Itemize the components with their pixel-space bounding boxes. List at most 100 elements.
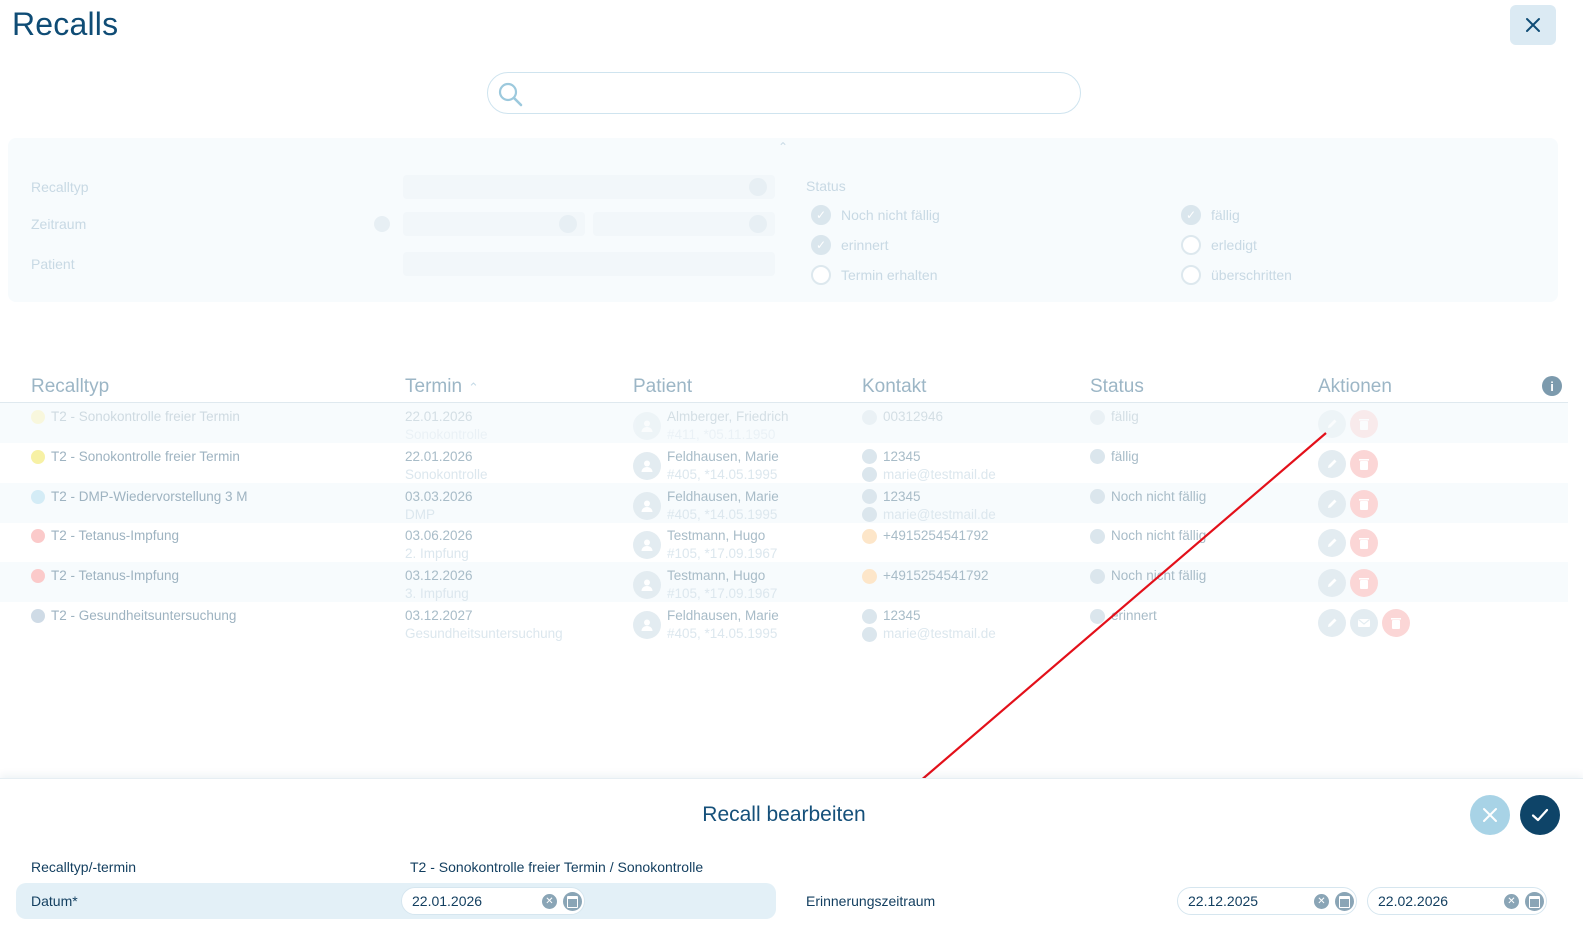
recall-type-cell: T2 - Tetanus-Impfung: [31, 527, 179, 545]
avatar: [633, 571, 661, 600]
trash-icon: [1359, 498, 1369, 510]
calendar-icon[interactable]: [1525, 892, 1544, 911]
column-kontakt[interactable]: Kontakt: [862, 376, 926, 398]
send-mail-button[interactable]: [1350, 609, 1378, 637]
recall-color-dot-icon: [31, 609, 45, 623]
status-option-termin-erhalten[interactable]: Termin erhalten: [811, 265, 938, 285]
erinnerung-to-input[interactable]: 22.02.2026 ✕: [1367, 887, 1547, 915]
search-input[interactable]: [487, 72, 1081, 114]
table-row[interactable]: T2 - Sonokontrolle freier Termin 22.01.20…: [0, 443, 1568, 483]
patient-cell[interactable]: Feldhausen, Marie #405, *14.05.1995: [633, 448, 779, 484]
column-patient[interactable]: Patient: [633, 376, 692, 398]
clear-icon[interactable]: ✕: [542, 894, 557, 909]
kontakt-cell: 00312946: [862, 408, 943, 426]
filter-zeitraum-to[interactable]: [593, 212, 775, 236]
calendar-icon[interactable]: [1335, 892, 1354, 911]
save-button[interactable]: [1520, 795, 1560, 835]
filter-zeitraum-label: Zeitraum: [31, 216, 87, 232]
recalltyp-termin-value: T2 - Sonokontrolle freier Termin / Sonok…: [410, 859, 704, 875]
table-row[interactable]: T2 - Gesundheitsuntersuchung 03.12.2027 Ge…: [0, 602, 1568, 642]
delete-button[interactable]: [1350, 529, 1378, 558]
checkbox-empty-icon: [811, 265, 831, 285]
pencil-icon: [1328, 459, 1337, 468]
phone-icon: [862, 528, 877, 544]
mail-icon: [1358, 619, 1370, 627]
phone-icon: [862, 568, 877, 584]
filter-recalltyp-select[interactable]: [403, 175, 775, 199]
edit-button[interactable]: [1318, 410, 1346, 438]
calendar-icon[interactable]: [559, 215, 577, 233]
sort-ascending-icon: ⌃: [468, 380, 479, 395]
page-title: Recalls: [12, 6, 119, 42]
delete-button[interactable]: [1350, 489, 1378, 518]
patient-cell[interactable]: Feldhausen, Marie #405, *14.05.1995: [633, 607, 779, 643]
edit-button[interactable]: [1318, 569, 1346, 598]
info-icon[interactable]: i: [1542, 376, 1562, 396]
edit-button[interactable]: [1318, 489, 1346, 518]
column-aktionen: Aktionen: [1318, 376, 1392, 397]
close-icon: [1483, 808, 1497, 822]
cancel-button[interactable]: [1470, 795, 1510, 835]
table-row[interactable]: T2 - Tetanus-Impfung 03.12.2026 3. Impfung…: [0, 562, 1568, 603]
info-icon[interactable]: [374, 216, 390, 232]
email-icon: [862, 507, 877, 523]
column-status[interactable]: Status: [1090, 376, 1144, 398]
column-recalltyp[interactable]: Recalltyp: [31, 376, 109, 398]
patient-cell[interactable]: Testmann, Hugo #105, *17.09.1967: [633, 527, 777, 563]
recall-color-dot-icon: [31, 410, 45, 424]
termin-cell: 03.06.2026 2. Impfung: [405, 528, 473, 562]
table-row[interactable]: T2 - DMP-Wiedervorstellung 3 M 03.03.2026…: [0, 482, 1568, 524]
avatar: [633, 611, 661, 639]
delete-button[interactable]: [1350, 449, 1378, 478]
erinnerung-from-input[interactable]: 22.12.2025 ✕: [1177, 887, 1357, 915]
table-header: Recalltyp Termin ⌃ Patient Kontakt Status…: [0, 372, 1568, 403]
edit-button[interactable]: [1318, 609, 1346, 637]
status-option-erledigt[interactable]: erledigt: [1181, 235, 1257, 255]
delete-button[interactable]: [1382, 609, 1410, 637]
column-termin[interactable]: Termin ⌃: [405, 376, 479, 398]
status-option-ueberschritten[interactable]: überschritten: [1181, 265, 1292, 285]
pencil-icon: [1328, 419, 1337, 428]
recall-type-cell: T2 - DMP-Wiedervorstellung 3 M: [31, 488, 248, 506]
patient-cell[interactable]: Feldhausen, Marie #405, *14.05.1995: [633, 488, 779, 524]
person-icon: [641, 460, 653, 472]
termin-cell: 03.03.2026 DMP: [405, 488, 473, 522]
datum-input[interactable]: 22.01.2026 ✕: [401, 887, 585, 915]
status-cell: fällig: [1090, 408, 1139, 426]
status-option-erinnert[interactable]: erinnert: [811, 235, 888, 255]
status-option-noch-nicht-faellig[interactable]: Noch nicht fällig: [811, 205, 940, 225]
status-cell: erinnert: [1090, 607, 1157, 625]
calendar-icon[interactable]: [563, 892, 582, 911]
patient-cell[interactable]: Testmann, Hugo #105, *17.09.1967: [633, 567, 777, 603]
recalls-page: Recalls ⌃ Recalltyp Zeitraum Patient Sta…: [0, 0, 1583, 932]
trash-icon: [1391, 618, 1401, 629]
table-row[interactable]: T2 - Tetanus-Impfung 03.06.2026 2. Impfung…: [0, 522, 1568, 562]
status-option-faellig[interactable]: fällig: [1181, 205, 1240, 225]
avatar: [633, 491, 661, 520]
filter-status-label: Status: [806, 178, 846, 194]
edit-button[interactable]: [1318, 529, 1346, 558]
collapse-chevron-icon[interactable]: ⌃: [778, 140, 788, 154]
datum-label: Datum*: [31, 893, 78, 909]
avatar: [633, 451, 661, 480]
email-icon: [862, 626, 877, 642]
edit-button[interactable]: [1318, 449, 1346, 478]
datum-row: [16, 883, 776, 919]
filter-recalltyp-label: Recalltyp: [31, 179, 89, 195]
table-row[interactable]: T2 - Sonokontrolle freier Termin 22.01.20…: [0, 403, 1568, 443]
filter-zeitraum-from[interactable]: [403, 212, 585, 236]
filter-patient-input[interactable]: [403, 252, 775, 276]
trash-icon: [1359, 538, 1369, 550]
pencil-icon: [1328, 499, 1337, 508]
status-check-icon: [1090, 409, 1105, 425]
phone-icon: [862, 489, 877, 505]
delete-button[interactable]: [1350, 410, 1378, 438]
clear-icon[interactable]: ✕: [1314, 894, 1329, 909]
clear-icon[interactable]: ✕: [1504, 894, 1519, 909]
avatar: [633, 412, 661, 440]
close-button[interactable]: [1510, 5, 1556, 45]
calendar-icon[interactable]: [749, 215, 767, 233]
email-icon: [862, 467, 877, 483]
patient-cell[interactable]: Almberger, Friedrich #411, *05.11.1950: [633, 408, 789, 444]
delete-button[interactable]: [1350, 569, 1378, 598]
